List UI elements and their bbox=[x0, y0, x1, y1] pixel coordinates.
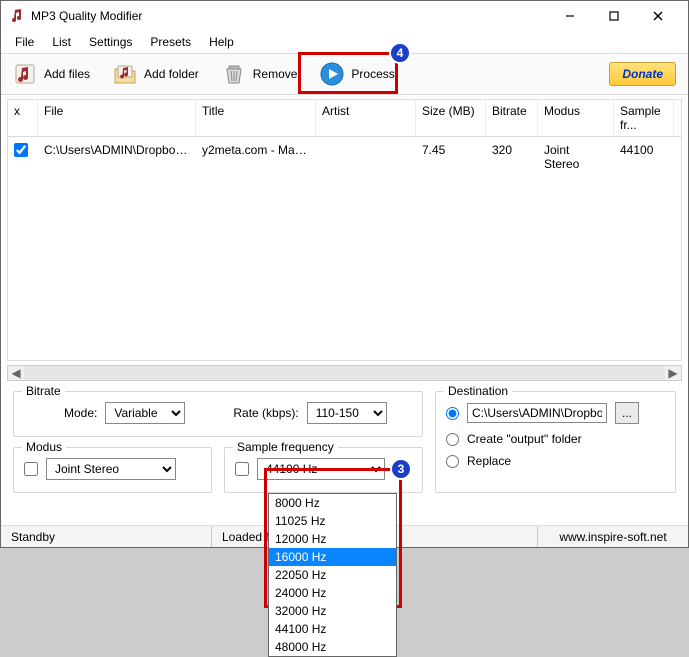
col-header-artist[interactable]: Artist bbox=[316, 100, 416, 136]
samplefreq-legend: Sample frequency bbox=[233, 440, 338, 454]
app-window: MP3 Quality Modifier File List Settings … bbox=[0, 0, 689, 548]
scroll-right-icon[interactable]: ▶ bbox=[665, 366, 681, 380]
add-files-button[interactable]: Add files bbox=[1, 56, 101, 92]
cell-modus: Joint Stereo bbox=[538, 139, 614, 175]
rate-label: Rate (kbps): bbox=[233, 406, 298, 420]
remove-label: Remove bbox=[253, 67, 298, 81]
annotation-samplefreq-badge: 3 bbox=[390, 458, 412, 480]
status-standby: Standby bbox=[1, 530, 211, 544]
remove-button[interactable]: Remove bbox=[210, 56, 309, 92]
samplefreq-dropdown[interactable]: 8000 Hz11025 Hz12000 Hz16000 Hz22050 Hz2… bbox=[268, 493, 397, 657]
cell-file: C:\Users\ADMIN\Dropbox... bbox=[38, 139, 196, 175]
destination-replace-label: Replace bbox=[467, 454, 511, 468]
process-label: Process bbox=[351, 67, 394, 81]
file-grid: x File Title Artist Size (MB) Bitrate Mo… bbox=[7, 99, 682, 361]
settings-area: Bitrate Mode: Variable Rate (kbps): 110-… bbox=[1, 381, 688, 493]
bitrate-legend: Bitrate bbox=[22, 384, 65, 398]
scroll-track[interactable] bbox=[24, 366, 665, 380]
samplefreq-option[interactable]: 12000 Hz bbox=[269, 530, 396, 548]
cell-size: 7.45 bbox=[416, 139, 486, 175]
remove-icon bbox=[221, 61, 247, 87]
window-title: MP3 Quality Modifier bbox=[31, 9, 142, 23]
horizontal-scrollbar[interactable]: ◀ ▶ bbox=[7, 365, 682, 381]
annotation-process-badge: 4 bbox=[389, 42, 411, 64]
close-button[interactable] bbox=[636, 2, 680, 30]
modus-legend: Modus bbox=[22, 440, 66, 454]
minimize-button[interactable] bbox=[548, 2, 592, 30]
add-files-icon bbox=[12, 61, 38, 87]
samplefreq-checkbox[interactable] bbox=[235, 462, 249, 476]
samplefreq-option[interactable]: 44100 Hz bbox=[269, 620, 396, 638]
add-files-label: Add files bbox=[44, 67, 90, 81]
donate-button[interactable]: Donate bbox=[609, 62, 676, 86]
destination-path-input[interactable] bbox=[467, 403, 607, 423]
status-url[interactable]: www.inspire-soft.net bbox=[538, 530, 688, 544]
samplefreq-option[interactable]: 11025 Hz bbox=[269, 512, 396, 530]
cell-title: y2meta.com - Maroo... bbox=[196, 139, 316, 175]
table-row[interactable]: C:\Users\ADMIN\Dropbox... y2meta.com - M… bbox=[8, 137, 681, 177]
scroll-left-icon[interactable]: ◀ bbox=[8, 366, 24, 380]
process-button[interactable]: Process bbox=[308, 56, 405, 92]
destination-radio-output[interactable] bbox=[446, 433, 459, 446]
mode-label: Mode: bbox=[64, 406, 97, 420]
samplefreq-option[interactable]: 8000 Hz bbox=[269, 494, 396, 512]
menubar: File List Settings Presets Help bbox=[1, 31, 688, 53]
destination-legend: Destination bbox=[444, 384, 512, 398]
samplefreq-option[interactable]: 24000 Hz bbox=[269, 584, 396, 602]
menu-list[interactable]: List bbox=[44, 33, 79, 51]
samplefreq-option[interactable]: 22050 Hz bbox=[269, 566, 396, 584]
toolbar: Add files Add folder Remove Process bbox=[1, 53, 688, 95]
browse-button[interactable]: ... bbox=[615, 402, 639, 424]
cell-sample: 44100 bbox=[614, 139, 674, 175]
process-icon bbox=[319, 61, 345, 87]
modus-select[interactable]: Joint Stereo bbox=[46, 458, 176, 480]
app-icon bbox=[9, 8, 25, 24]
cell-bitrate: 320 bbox=[486, 139, 538, 175]
menu-settings[interactable]: Settings bbox=[81, 33, 140, 51]
col-header-sample[interactable]: Sample fr... bbox=[614, 100, 674, 136]
titlebar: MP3 Quality Modifier bbox=[1, 1, 688, 31]
samplefreq-option[interactable]: 32000 Hz bbox=[269, 602, 396, 620]
col-header-title[interactable]: Title bbox=[196, 100, 316, 136]
col-header-file[interactable]: File bbox=[38, 100, 196, 136]
destination-radio-path[interactable] bbox=[446, 407, 459, 420]
samplefreq-option[interactable]: 16000 Hz bbox=[269, 548, 396, 566]
cell-artist bbox=[316, 139, 416, 175]
rate-select[interactable]: 110-150 bbox=[307, 402, 387, 424]
add-folder-icon bbox=[112, 61, 138, 87]
destination-radio-replace[interactable] bbox=[446, 455, 459, 468]
row-checkbox[interactable] bbox=[14, 143, 28, 157]
destination-output-label: Create "output" folder bbox=[467, 432, 582, 446]
menu-help[interactable]: Help bbox=[201, 33, 242, 51]
modus-group: Modus Joint Stereo bbox=[13, 447, 212, 493]
col-header-bitrate[interactable]: Bitrate bbox=[486, 100, 538, 136]
col-header-size[interactable]: Size (MB) bbox=[416, 100, 486, 136]
menu-file[interactable]: File bbox=[7, 33, 42, 51]
destination-group: Destination ... Create "output" folder R… bbox=[435, 391, 676, 493]
samplefreq-select[interactable]: 44100 Hz bbox=[257, 458, 385, 480]
col-header-modus[interactable]: Modus bbox=[538, 100, 614, 136]
add-folder-button[interactable]: Add folder bbox=[101, 56, 210, 92]
col-header-check[interactable]: x bbox=[8, 100, 38, 136]
add-folder-label: Add folder bbox=[144, 67, 199, 81]
modus-checkbox[interactable] bbox=[24, 462, 38, 476]
grid-header: x File Title Artist Size (MB) Bitrate Mo… bbox=[7, 99, 682, 137]
grid-body: C:\Users\ADMIN\Dropbox... y2meta.com - M… bbox=[7, 137, 682, 361]
mode-select[interactable]: Variable bbox=[105, 402, 185, 424]
menu-presets[interactable]: Presets bbox=[142, 33, 199, 51]
maximize-button[interactable] bbox=[592, 2, 636, 30]
samplefreq-option[interactable]: 48000 Hz bbox=[269, 638, 396, 656]
bitrate-group: Bitrate Mode: Variable Rate (kbps): 110-… bbox=[13, 391, 423, 437]
